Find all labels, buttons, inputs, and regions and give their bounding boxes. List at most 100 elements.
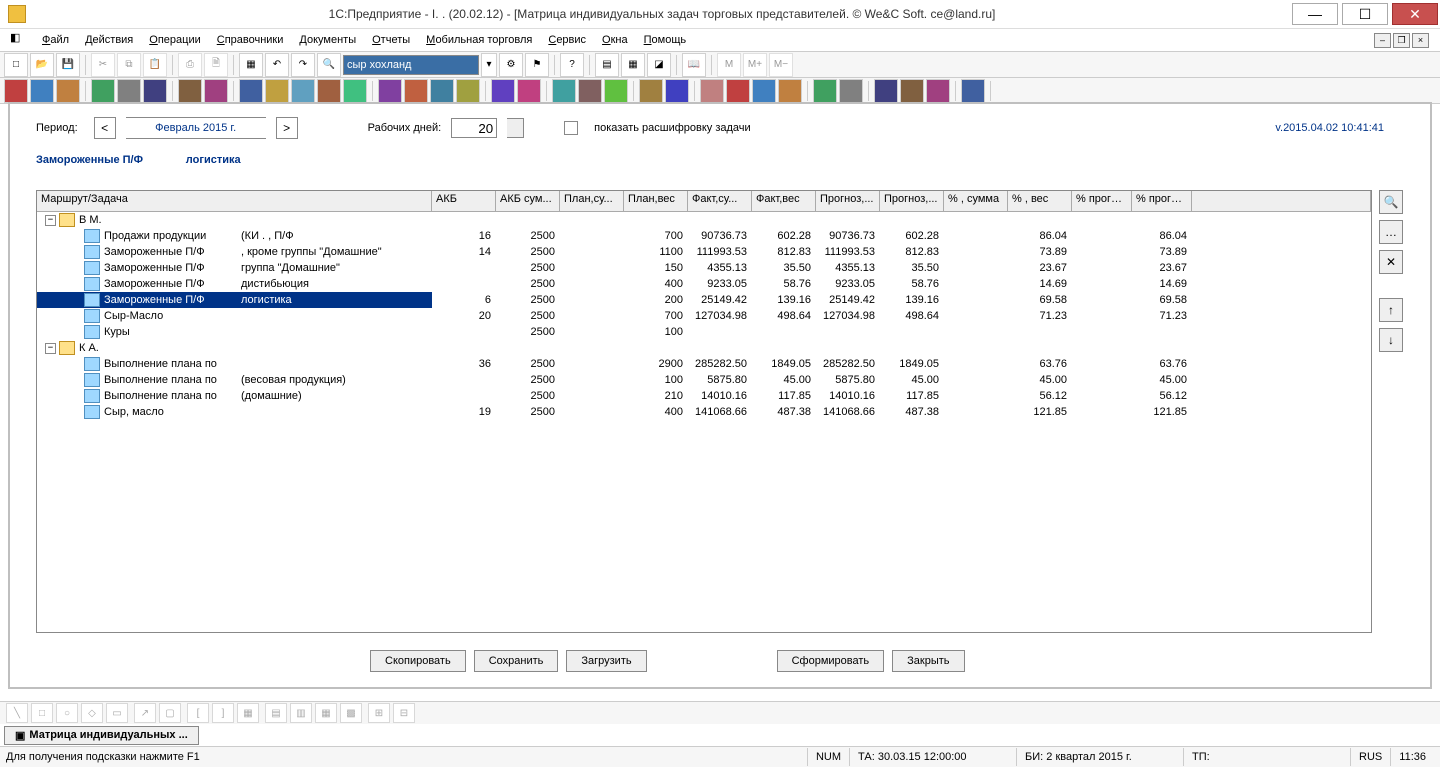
load-button[interactable]: Загрузить [566,650,646,672]
table-row[interactable]: Куры2500100 [37,324,1371,340]
data-grid[interactable]: Маршрут/ЗадачаАКБАКБ сум...План,су...Пла… [36,190,1372,633]
tool-d[interactable]: ◪ [647,53,671,77]
find-button[interactable]: 🔍 [317,53,341,77]
decode-checkbox[interactable] [564,121,578,135]
toolbar2-btn[interactable] [726,79,750,103]
shape-btn[interactable]: ▤ [265,703,287,723]
column-header[interactable]: % , вес [1008,191,1072,211]
column-header[interactable]: % прогно... [1132,191,1192,211]
table-row[interactable]: Выполнение плана по3625002900285282.5018… [37,356,1371,372]
mdi-restore-button[interactable]: ❐ [1393,33,1410,48]
column-header[interactable]: План,вес [624,191,688,211]
menu-Действия[interactable]: Действия [77,32,141,48]
tool-b[interactable]: ⚙ [499,53,523,77]
period-prev-button[interactable]: < [94,117,116,139]
column-header[interactable]: АКБ [432,191,496,211]
toolbar2-btn[interactable] [178,79,202,103]
calendar-button[interactable]: ▦ [621,53,645,77]
shape-btn[interactable]: ⊞ [368,703,390,723]
toolbar2-btn[interactable] [378,79,402,103]
toolbar2-btn[interactable] [552,79,576,103]
menu-Документы[interactable]: Документы [291,32,364,48]
table-row[interactable]: Замороженные П/Флогистика6250020025149.4… [37,292,1371,308]
expand-icon[interactable]: − [45,215,56,226]
toolbar2-btn[interactable] [578,79,602,103]
toolbar2-btn[interactable] [639,79,663,103]
column-header[interactable]: % , сумма [944,191,1008,211]
table-row[interactable]: Сыр, масло192500400141068.66487.38141068… [37,404,1371,420]
search-dropdown[interactable]: ▾ [481,53,497,77]
m-plus-button[interactable]: M+ [743,53,767,77]
table-row[interactable]: −В М. [37,212,1371,228]
shape-btn[interactable]: [ [187,703,209,723]
maximize-button[interactable]: ☐ [1342,3,1388,25]
toolbar2-btn[interactable] [456,79,480,103]
shape-btn[interactable]: ◇ [81,703,103,723]
help-button[interactable]: ? [560,53,584,77]
copy-button[interactable]: ⧉ [117,53,141,77]
column-header[interactable]: План,су... [560,191,624,211]
save-form-button[interactable]: Сохранить [474,650,559,672]
toolbar2-btn[interactable] [700,79,724,103]
mdi-minimize-button[interactable]: – [1374,33,1391,48]
menu-Отчеты[interactable]: Отчеты [364,32,418,48]
toolbar2-btn[interactable] [778,79,802,103]
toolbar2-btn[interactable] [265,79,289,103]
table-row[interactable]: −К А. [37,340,1371,356]
toolbar2-btn[interactable] [900,79,924,103]
search-input[interactable] [343,55,479,75]
shape-btn[interactable]: ] [212,703,234,723]
table-row[interactable]: Замороженные П/Фдистибьюция25004009233.0… [37,276,1371,292]
close-form-button[interactable]: Закрыть [892,650,964,672]
shape-btn[interactable]: ╲ [6,703,28,723]
toolbar2-btn[interactable] [813,79,837,103]
mdi-close-button[interactable]: × [1412,33,1429,48]
table-row[interactable]: Замороженные П/Ф, кроме группы "Домашние… [37,244,1371,260]
m-button[interactable]: M [717,53,741,77]
toolbar2-btn[interactable] [343,79,367,103]
table-row[interactable]: Сыр-Масло202500700127034.98498.64127034.… [37,308,1371,324]
column-header[interactable]: АКБ сум... [496,191,560,211]
toolbar2-btn[interactable] [430,79,454,103]
copy-button[interactable]: Скопировать [370,650,466,672]
menu-Сервис[interactable]: Сервис [540,32,594,48]
move-up-button[interactable]: ↑ [1379,298,1403,322]
toolbar2-btn[interactable] [143,79,167,103]
table-row[interactable]: Продажи продукции(КИ . , П/Ф162500700907… [37,228,1371,244]
toolbar2-btn[interactable] [91,79,115,103]
tool-c[interactable]: ⚑ [525,53,549,77]
menu-Мобильная торговля[interactable]: Мобильная торговля [418,32,540,48]
print-button[interactable]: ⎙ [178,53,202,77]
toolbar2-btn[interactable] [30,79,54,103]
shape-btn[interactable]: ▢ [159,703,181,723]
expand-icon[interactable]: − [45,343,56,354]
m-minus-button[interactable]: M− [769,53,793,77]
tool-a[interactable]: ▦ [239,53,263,77]
toolbar2-btn[interactable] [752,79,776,103]
shape-btn[interactable]: ⊟ [393,703,415,723]
table-row[interactable]: Замороженные П/Фгруппа "Домашние"2500150… [37,260,1371,276]
column-header[interactable]: Факт,вес [752,191,816,211]
column-header[interactable]: Прогноз,... [880,191,944,211]
toolbar2-btn[interactable] [604,79,628,103]
menu-Файл[interactable]: Файл [34,32,77,48]
period-value[interactable]: Февраль 2015 г. [126,117,266,139]
period-next-button[interactable]: > [276,117,298,139]
menu-Помощь[interactable]: Помощь [636,32,695,48]
new-button[interactable]: □ [4,53,28,77]
toolbar2-btn[interactable] [517,79,541,103]
close-button[interactable]: ✕ [1392,3,1438,25]
toolbar2-btn[interactable] [317,79,341,103]
toolbar2-btn[interactable] [291,79,315,103]
menu-Операции[interactable]: Операции [141,32,208,48]
shape-btn[interactable]: ○ [56,703,78,723]
delete-row-button[interactable]: ✕ [1379,250,1403,274]
calc-button[interactable]: ▤ [595,53,619,77]
toolbar2-btn[interactable] [404,79,428,103]
generate-button[interactable]: Сформировать [777,650,885,672]
cut-button[interactable]: ✂ [91,53,115,77]
column-header[interactable]: Прогноз,... [816,191,880,211]
shape-btn[interactable]: ↗ [134,703,156,723]
minimize-button[interactable]: — [1292,3,1338,25]
column-header[interactable]: % прогно... [1072,191,1132,211]
